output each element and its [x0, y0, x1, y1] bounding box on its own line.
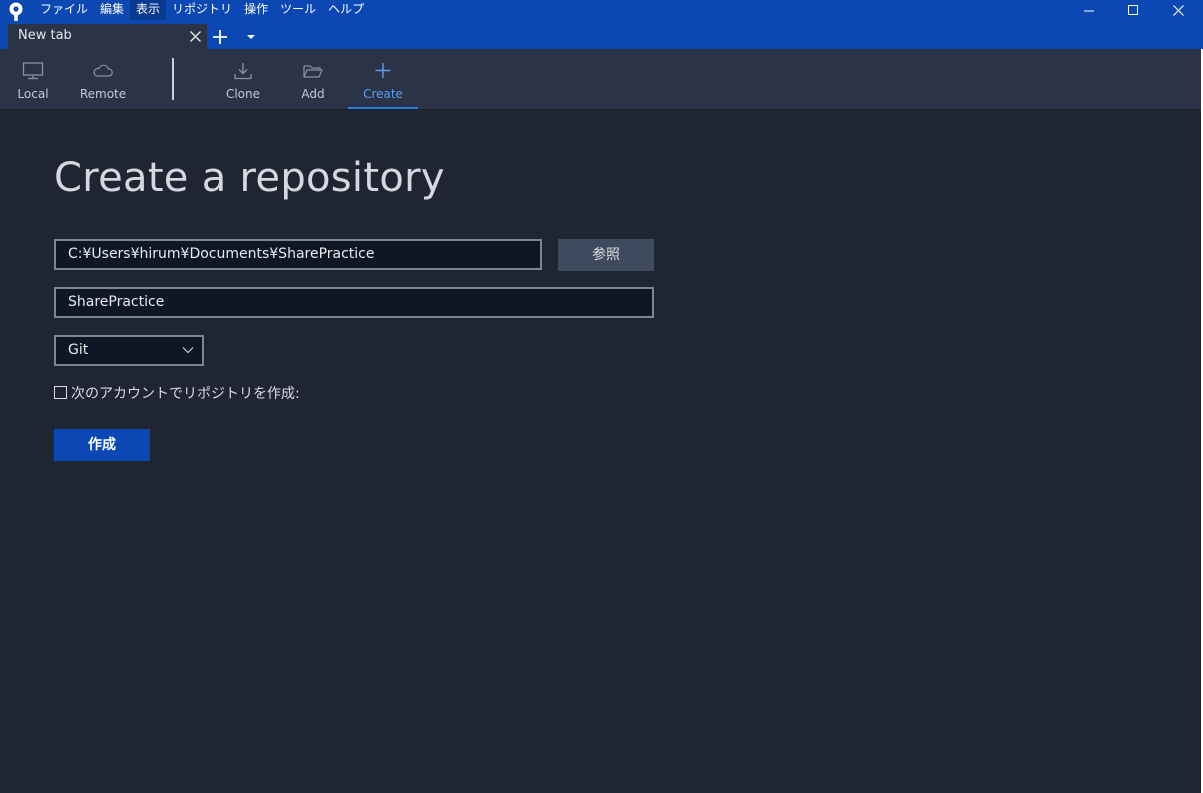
maximize-icon	[1128, 4, 1138, 15]
menu-file[interactable]: ファイル	[34, 0, 94, 20]
menu-actions[interactable]: 操作	[238, 0, 274, 20]
add-label: Add	[301, 87, 325, 101]
clone-label: Clone	[225, 87, 261, 101]
monitor-icon	[22, 62, 44, 80]
title-bar: ファイル 編集 表示 リポジトリ 操作 ツール ヘルプ	[0, 0, 1203, 24]
menu-edit[interactable]: 編集	[94, 0, 130, 20]
create-on-account-checkbox[interactable]	[54, 386, 67, 399]
create-on-account-label: 次のアカウントでリポジトリを作成:	[71, 386, 300, 402]
close-window-button[interactable]	[1156, 0, 1201, 20]
minimize-icon	[1084, 10, 1094, 11]
clone-button[interactable]: Clone	[220, 49, 266, 109]
tab-close-icon[interactable]	[189, 30, 202, 43]
menu-repository[interactable]: リポジトリ	[166, 0, 238, 20]
browse-button[interactable]: 参照	[558, 239, 654, 271]
create-button[interactable]: 作成	[54, 429, 150, 461]
chevron-down-icon	[182, 347, 194, 354]
folder-open-icon	[303, 65, 323, 78]
menu-view[interactable]: 表示	[130, 0, 167, 20]
cloud-icon	[93, 64, 113, 77]
create-tab-label: Create	[363, 87, 403, 101]
local-label: Local	[17, 87, 49, 101]
destination-path-input[interactable]: C:¥Users¥hirum¥Documents¥SharePractice	[54, 239, 542, 270]
local-button[interactable]: Local	[10, 49, 56, 109]
remote-button[interactable]: Remote	[78, 49, 128, 109]
minimize-button[interactable]	[1067, 0, 1112, 20]
menu-tools[interactable]: ツール	[274, 0, 322, 20]
remote-label: Remote	[79, 87, 127, 101]
vcs-type-value: Git	[68, 342, 89, 358]
tab-bar: New tab	[0, 24, 1203, 49]
close-icon	[1173, 4, 1184, 16]
sourcetree-logo-icon	[9, 2, 23, 21]
repository-name-input[interactable]: SharePractice	[54, 287, 654, 318]
tab-new[interactable]: New tab	[8, 24, 207, 49]
tab-dropdown-icon[interactable]	[246, 33, 256, 41]
vcs-type-select[interactable]: Git	[54, 335, 204, 366]
tab-label: New tab	[18, 28, 72, 43]
page-title: Create a repository	[54, 155, 445, 201]
menu-help[interactable]: ヘルプ	[322, 0, 370, 20]
add-tab-icon[interactable]	[212, 29, 228, 45]
toolbar-separator	[172, 58, 174, 100]
toolbar: Local Remote Clone Add Create	[0, 49, 1201, 110]
maximize-button[interactable]	[1111, 0, 1156, 20]
download-icon	[234, 63, 252, 80]
plus-icon	[375, 63, 391, 78]
create-tab-button[interactable]: Create	[348, 49, 418, 109]
add-button[interactable]: Add	[290, 49, 336, 109]
menu-bar: ファイル 編集 表示 リポジトリ 操作 ツール ヘルプ	[34, 0, 370, 20]
